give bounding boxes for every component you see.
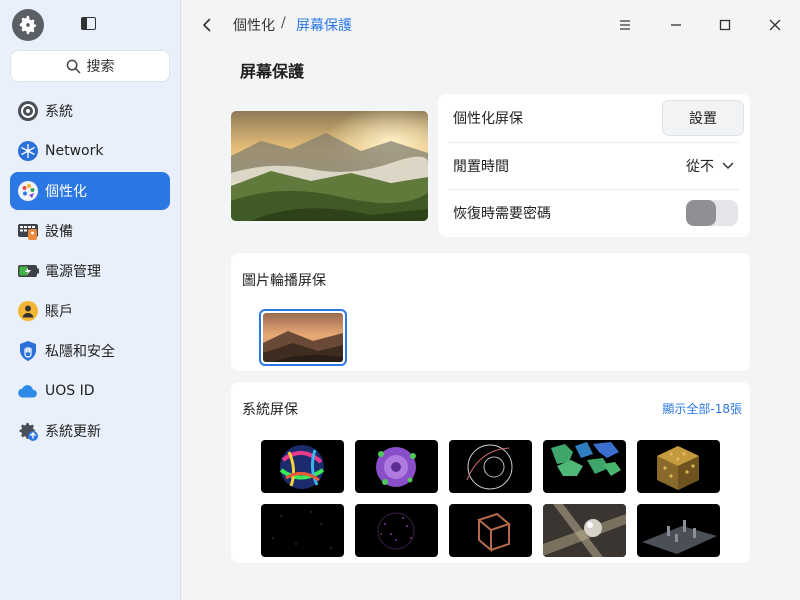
idle-time-row: 閒置時間 從不 xyxy=(448,142,740,189)
breadcrumb-current: 屏幕保護 xyxy=(296,18,352,34)
network-icon xyxy=(17,140,39,162)
personalization-icon xyxy=(17,180,39,202)
idle-time-dropdown[interactable]: 從不 xyxy=(686,156,740,176)
screensaver-thumbnail[interactable] xyxy=(261,440,344,493)
screensaver-thumbnail[interactable] xyxy=(637,504,720,557)
close-button[interactable] xyxy=(762,13,788,37)
screensaver-thumbnail[interactable] xyxy=(637,440,720,493)
menu-button[interactable] xyxy=(612,13,638,37)
screensaver-thumbnail[interactable] xyxy=(449,440,532,493)
screensaver-preview-image xyxy=(231,111,428,221)
app-logo-gear-icon xyxy=(12,9,44,41)
sidebar-item-devices[interactable]: 設備 xyxy=(10,212,170,250)
sidebar-item-label: 私隱和安全 xyxy=(45,344,115,360)
sidebar-item-label: 賬戶 xyxy=(45,304,73,320)
sidebar-item-update[interactable]: 系統更新 xyxy=(10,412,170,450)
sidebar: 搜索 系統 Network 個性化 設備 電源管理 賬戶 私隱和安全 UOS I… xyxy=(0,0,181,600)
devices-icon xyxy=(17,220,39,242)
screensaver-thumbnail[interactable] xyxy=(355,440,438,493)
screensaver-thumbnail[interactable] xyxy=(449,504,532,557)
sidebar-item-privacy[interactable]: 私隱和安全 xyxy=(10,332,170,370)
sidebar-item-power[interactable]: 電源管理 xyxy=(10,252,170,290)
sidebar-item-label: UOS ID xyxy=(45,383,95,399)
slideshow-title: 圖片輪播屏保 xyxy=(242,273,326,289)
sidebar-item-personalization[interactable]: 個性化 xyxy=(10,172,170,210)
system-screensaver-card: 系統屏保 顯示全部-18張 xyxy=(231,382,750,563)
sidebar-nav: 系統 Network 個性化 設備 電源管理 賬戶 私隱和安全 UOS ID 系… xyxy=(10,92,170,452)
sidebar-item-label: 系統更新 xyxy=(45,424,101,440)
sidebar-item-label: Network xyxy=(45,143,104,159)
custom-screensaver-row: 個性化屏保 設置 xyxy=(448,94,744,141)
close-icon xyxy=(769,19,781,31)
screensaver-thumbnail[interactable] xyxy=(543,504,626,557)
breadcrumb-separator: / xyxy=(281,15,286,31)
sidebar-item-account[interactable]: 賬戶 xyxy=(10,292,170,330)
cloud-icon xyxy=(17,380,39,402)
account-icon xyxy=(17,300,39,322)
screensaver-thumbnail[interactable] xyxy=(543,440,626,493)
search-input[interactable]: 搜索 xyxy=(10,50,170,82)
sidebar-item-network[interactable]: Network xyxy=(10,132,170,170)
main-content: 個性化 / 屏幕保護 屏幕保護 個性化屏保 設置 閒置時間 從不 恢復時需要密碼… xyxy=(181,0,800,600)
back-button[interactable] xyxy=(197,14,217,36)
page-title: 屏幕保護 xyxy=(240,62,305,81)
chevron-left-icon xyxy=(203,18,211,32)
minimize-icon xyxy=(671,24,681,26)
maximize-icon xyxy=(719,19,731,31)
sidebar-toggle-button[interactable] xyxy=(81,17,96,30)
show-all-link[interactable]: 顯示全部-18張 xyxy=(662,400,742,417)
power-icon xyxy=(17,260,39,282)
slideshow-thumbnail[interactable] xyxy=(259,309,347,366)
system-screensaver-title: 系統屏保 xyxy=(242,402,298,418)
hamburger-menu-icon xyxy=(620,20,630,30)
sidebar-item-label: 系統 xyxy=(45,104,73,120)
sidebar-item-label: 個性化 xyxy=(45,184,87,200)
title-bar: 個性化 / 屏幕保護 xyxy=(181,0,800,50)
screensaver-settings-card: 個性化屏保 設置 閒置時間 從不 恢復時需要密碼 xyxy=(438,94,750,237)
sidebar-item-label: 設備 xyxy=(45,224,73,240)
sidebar-item-system[interactable]: 系統 xyxy=(10,92,170,130)
setup-button[interactable]: 設置 xyxy=(662,99,744,136)
gear-icon xyxy=(19,15,37,35)
idle-time-label: 閒置時間 xyxy=(453,159,509,175)
password-row: 恢復時需要密碼 xyxy=(448,189,740,236)
breadcrumb-parent[interactable]: 個性化 xyxy=(233,15,275,35)
chevron-down-icon xyxy=(722,162,734,169)
update-icon xyxy=(17,420,39,442)
maximize-button[interactable] xyxy=(712,13,738,37)
password-label: 恢復時需要密碼 xyxy=(453,206,551,222)
privacy-icon xyxy=(17,340,39,362)
system-icon xyxy=(17,100,39,122)
password-toggle[interactable] xyxy=(686,200,738,226)
toggle-knob xyxy=(686,200,716,226)
search-icon xyxy=(66,59,80,73)
idle-time-value: 從不 xyxy=(686,159,714,175)
custom-screensaver-label: 個性化屏保 xyxy=(453,110,523,127)
screensaver-thumbnail[interactable] xyxy=(355,504,438,557)
minimize-button[interactable] xyxy=(663,13,689,37)
sidebar-item-uos-id[interactable]: UOS ID xyxy=(10,372,170,410)
search-placeholder: 搜索 xyxy=(86,59,115,75)
screensaver-thumbnail[interactable] xyxy=(261,504,344,557)
slideshow-screensaver-card: 圖片輪播屏保 xyxy=(231,253,750,371)
sidebar-item-label: 電源管理 xyxy=(45,264,101,280)
